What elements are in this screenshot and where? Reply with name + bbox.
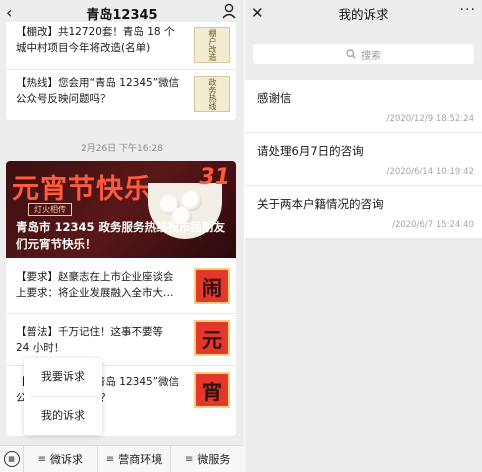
official-account-chat: ‹ 青岛12345 【棚改】共12720套！青岛 18 个城中村项目今年将改造(…: [0, 0, 244, 472]
message-timestamp: 2月26日 下午16:28: [81, 144, 163, 154]
thumbnail-label: 元: [202, 327, 222, 352]
request-time: /2020/12/9 18:52:24: [386, 114, 474, 124]
thumbnail-label: 棚户改造: [208, 29, 217, 61]
keyboard-toggle-button[interactable]: ▦: [0, 445, 24, 472]
request-time: /2020/6/7 15:24:40: [392, 220, 474, 230]
page-navbar: ✕ 我的诉求 ···: [245, 0, 482, 26]
menu-label: 营商环境: [118, 453, 163, 466]
request-item[interactable]: 关于两本户籍情况的咨询 /2020/6/7 15:24:40: [245, 186, 482, 239]
menu-label: 微诉求: [50, 453, 84, 466]
request-title: 关于两本户籍情况的咨询: [257, 197, 384, 211]
more-icon[interactable]: ···: [460, 2, 476, 18]
banner-caption: 灯火相传: [28, 203, 72, 216]
menu-button-services[interactable]: ≡ 微服务: [171, 446, 244, 472]
article-title: 【热线】您会用“青岛 12345”微信公众号反映问题吗？: [16, 77, 180, 105]
submenu-popup: 我要诉求 我的诉求: [24, 358, 102, 435]
article-thumbnail: 政务热线: [194, 76, 230, 112]
thumbnail-label: 闹: [202, 275, 222, 300]
menu-button-business[interactable]: ≡ 营商环境: [98, 445, 172, 472]
account-title: 青岛12345: [86, 7, 158, 23]
menu-list-icon: ≡: [105, 453, 115, 465]
back-icon[interactable]: ‹: [6, 3, 12, 23]
submenu-item-my-requests[interactable]: 我的诉求: [24, 397, 102, 435]
article-thumbnail: 宵: [194, 372, 230, 408]
banner-image[interactable]: 元宵节快乐 灯火相传 31 青岛市 12345 政务服务热线祝市民朋友们元宵节快…: [6, 161, 236, 258]
article-row[interactable]: 【热线】您会用“青岛 12345”微信公众号反映问题吗？ 政务热线: [6, 70, 236, 120]
thumbnail-label: 政务热线: [208, 78, 217, 110]
close-icon[interactable]: ✕: [251, 3, 264, 23]
thumbnail-label: 宵: [202, 379, 222, 404]
search-icon: [346, 49, 356, 59]
search-input[interactable]: 搜索: [253, 44, 474, 64]
request-list: 感谢信 /2020/12/9 18:52:24 请处理6月7日的咨询 /2020…: [245, 80, 482, 239]
profile-icon[interactable]: [222, 3, 236, 23]
page-title: 我的诉求: [338, 6, 389, 22]
article-title: 【棚改】共12720套！青岛 18 个城中村项目今年将改造(名单): [16, 26, 175, 54]
account-menu-bar: ▦ ≡ 微诉求 ≡ 营商环境 ≡ 微服务: [0, 445, 244, 472]
request-time: /2020/6/14 10:19:42: [386, 167, 474, 177]
request-item[interactable]: 感谢信 /2020/12/9 18:52:24: [245, 80, 482, 133]
article-thumbnail: 棚户改造: [194, 27, 230, 63]
request-item[interactable]: 请处理6月7日的咨询 /2020/6/14 10:19:42: [245, 133, 482, 186]
keyboard-icon: ▦: [3, 451, 20, 467]
article-thumbnail: 元: [194, 320, 230, 356]
my-requests-page: ✕ 我的诉求 ··· 搜索 感谢信 /2020/12/9 18:52:24 请处…: [245, 0, 482, 472]
submenu-item-submit-request[interactable]: 我要诉求: [24, 358, 102, 396]
article-title: 【普法】千万记住！这事不要等 24 小时！: [16, 326, 163, 354]
article-thumbnail: 闹: [194, 268, 230, 304]
menu-label: 微服务: [197, 453, 231, 466]
article-row[interactable]: 【棚改】共12720套！青岛 18 个城中村项目今年将改造(名单) 棚户改造: [6, 22, 236, 70]
banner-number: 31: [199, 165, 230, 190]
menu-list-icon: ≡: [184, 453, 194, 465]
article-card-top: 【棚改】共12720套！青岛 18 个城中村项目今年将改造(名单) 棚户改造 【…: [6, 22, 236, 120]
request-title: 感谢信: [257, 91, 292, 105]
menu-button-requests[interactable]: ≡ 微诉求: [24, 445, 98, 472]
request-title: 请处理6月7日的咨询: [257, 144, 364, 158]
article-row[interactable]: 【要求】赵豪志在上市企业座谈会上要求：将企业发展融入全市大… 闹: [6, 258, 236, 314]
search-placeholder: 搜索: [361, 50, 381, 62]
article-title: 【要求】赵豪志在上市企业座谈会上要求：将企业发展融入全市大…: [16, 271, 174, 299]
menu-list-icon: ≡: [37, 453, 47, 465]
banner-headline: 元宵节快乐: [12, 174, 152, 205]
banner-article-title: 青岛市 12345 政务服务热线祝市民朋友们元宵节快乐！: [16, 220, 226, 251]
